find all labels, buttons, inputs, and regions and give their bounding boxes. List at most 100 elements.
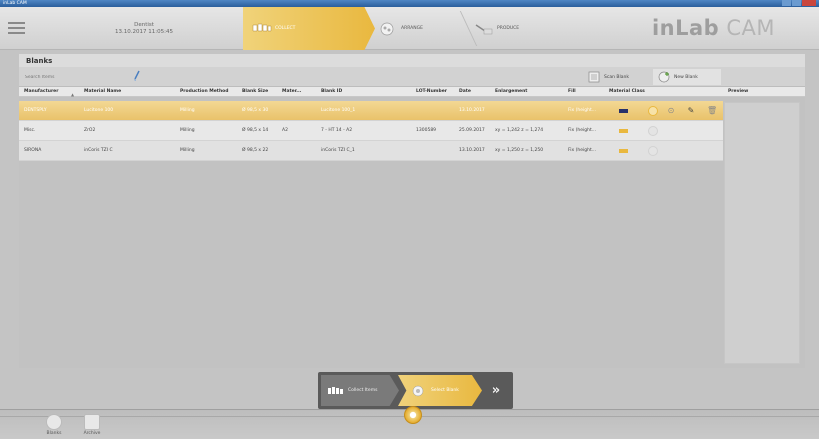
window-titlebar: inLab CAM — [0, 0, 819, 7]
step-produce[interactable]: PRODUCE — [471, 7, 519, 50]
search-input[interactable] — [25, 73, 85, 82]
case-info: Dentist 13.10.2017 11:05:45 — [104, 22, 184, 36]
col-material-class[interactable]: Material Class — [609, 89, 645, 94]
table-header: Manufacturer ▲ Material Name Production … — [19, 87, 805, 97]
new-blank-icon — [657, 70, 671, 84]
blanks-toolbar: Scan Blank New Blank — [19, 67, 805, 87]
cell-material: inCoris TZI C — [84, 148, 113, 153]
footer-archive-button[interactable]: Archive — [79, 414, 105, 436]
col-preview[interactable]: Preview — [728, 89, 748, 94]
col-fill[interactable]: Fill — [568, 89, 576, 94]
delete-icon[interactable]: 🗑 — [707, 106, 717, 116]
collect-items-button[interactable]: Collect Items — [321, 375, 399, 406]
select-indicator-icon[interactable] — [648, 146, 658, 156]
cell-lot: 1300589 — [416, 128, 437, 133]
col-date[interactable]: Date — [459, 89, 471, 94]
cell-manufacturer: DENTSPLY — [24, 108, 47, 113]
col-lot-number[interactable]: LOT-Number — [416, 89, 447, 94]
sort-indicator-icon: ▲ — [71, 92, 75, 97]
table-row[interactable]: DENTSPLY Lucitone 100 Milling Ø 98,5 x 3… — [19, 101, 723, 121]
select-indicator-icon[interactable] — [648, 126, 658, 136]
cell-size: Ø 98,5 x 30 — [242, 108, 269, 113]
dentist-label: Dentist — [134, 22, 154, 28]
cell-blank-id: Lucitone 100_1 — [321, 108, 356, 113]
cell-blank-id: inCoris TZI C_1 — [321, 148, 355, 153]
new-blank-button[interactable]: New Blank — [653, 69, 721, 85]
col-blank-id[interactable]: Blank ID — [321, 89, 342, 94]
blank-preview — [724, 102, 800, 364]
next-step-chevron-icon[interactable]: » — [482, 375, 510, 406]
scan-icon — [587, 70, 601, 84]
cell-material: Lucitone 100 — [84, 108, 114, 113]
step-arrange[interactable]: ARRANGE — [375, 7, 423, 50]
col-production-method[interactable]: Production Method — [180, 89, 228, 94]
cell-method: Milling — [180, 108, 195, 113]
close-button[interactable] — [802, 0, 816, 6]
col-blank-size[interactable]: Blank Size — [242, 89, 268, 94]
select-blank-label: Select Blank — [431, 388, 459, 393]
case-datetime: 13.10.2017 11:05:45 — [115, 29, 173, 35]
blanks-panel: Blanks Scan Blank New Blank Manufacturer… — [19, 54, 805, 368]
collect-teeth-icon — [251, 22, 273, 36]
arrange-icon — [377, 22, 399, 36]
cell-enlargement: xy = 1,242 z = 1,274 — [495, 128, 544, 133]
footer-blanks-label: Blanks — [46, 431, 62, 436]
col-manufacturer[interactable]: Manufacturer — [24, 89, 58, 94]
panel-title: Blanks — [26, 57, 53, 65]
panel-header: Blanks — [19, 54, 805, 67]
blank-icon — [410, 385, 428, 397]
cell-date: 13.10.2017 — [459, 108, 485, 113]
cell-manufacturer: SIRONA — [24, 148, 42, 153]
pencil-icon[interactable]: ✎ — [687, 106, 695, 116]
step-collect-label: COLLECT — [275, 26, 296, 31]
cell-date: 13.10.2017 — [459, 148, 485, 153]
app-logo: inLab CAM — [651, 16, 775, 40]
col-mater[interactable]: Mater... — [282, 89, 301, 94]
info-icon[interactable]: ⊙ — [667, 106, 675, 116]
cell-manufacturer: Misc. — [24, 128, 36, 133]
cell-fill: Fix (height... — [568, 128, 596, 133]
material-class-swatch — [619, 149, 628, 153]
material-class-swatch — [619, 129, 628, 133]
hamburger-icon[interactable] — [8, 22, 25, 35]
col-material-name[interactable]: Material Name — [84, 89, 121, 94]
produce-icon — [473, 22, 495, 36]
workflow-steps: Collect Items Select Blank » — [318, 372, 513, 409]
col-enlargement[interactable]: Enlargement — [495, 89, 527, 94]
cell-enlargement: xy = 1,250 z = 1,250 — [495, 148, 544, 153]
blanks-icon — [46, 414, 62, 430]
table-row[interactable]: SIRONA inCoris TZI C Milling Ø 98,5 x 22… — [19, 141, 723, 161]
step-arrange-label: ARRANGE — [401, 26, 423, 31]
window-title: inLab CAM — [3, 1, 27, 6]
scan-blank-button[interactable]: Scan Blank — [587, 69, 629, 85]
brush-icon[interactable] — [133, 70, 141, 82]
cell-blank-id: 7 - HT 14 - A2 — [321, 128, 353, 133]
center-dial-icon[interactable] — [404, 406, 422, 424]
collect-items-label: Collect Items — [348, 388, 378, 393]
step-collect[interactable]: COLLECT — [243, 7, 375, 50]
selected-indicator-icon[interactable] — [648, 106, 658, 116]
material-class-swatch — [619, 109, 628, 113]
teeth-icon — [327, 385, 345, 397]
cell-method: Milling — [180, 148, 195, 153]
maximize-button[interactable] — [792, 0, 801, 6]
footer-archive-label: Archive — [83, 431, 101, 436]
top-bar: Dentist 13.10.2017 11:05:45 COLLECT ARRA… — [0, 7, 819, 50]
new-blank-label: New Blank — [674, 74, 698, 80]
cell-fill: Fix (height... — [568, 148, 596, 153]
scan-blank-label: Scan Blank — [604, 74, 629, 80]
cell-size: Ø 98,5 x 14 — [242, 128, 269, 133]
step-produce-label: PRODUCE — [497, 26, 520, 31]
cell-fill: Fix (height... — [568, 108, 596, 113]
phase-steps: COLLECT ARRANGE PRODUCE — [243, 7, 553, 50]
footer-blanks-button[interactable]: Blanks — [41, 414, 67, 436]
table-row[interactable]: Misc. ZrO2 Milling Ø 98,5 x 14 A2 7 - HT… — [19, 121, 723, 141]
minimize-button[interactable] — [782, 0, 791, 6]
cell-material: ZrO2 — [84, 128, 96, 133]
cell-date: 25.09.2017 — [459, 128, 485, 133]
archive-icon — [84, 414, 100, 430]
cell-size: Ø 98,5 x 22 — [242, 148, 269, 153]
select-blank-button[interactable]: Select Blank — [398, 375, 482, 406]
cell-mater: A2 — [282, 128, 288, 133]
cell-method: Milling — [180, 128, 195, 133]
